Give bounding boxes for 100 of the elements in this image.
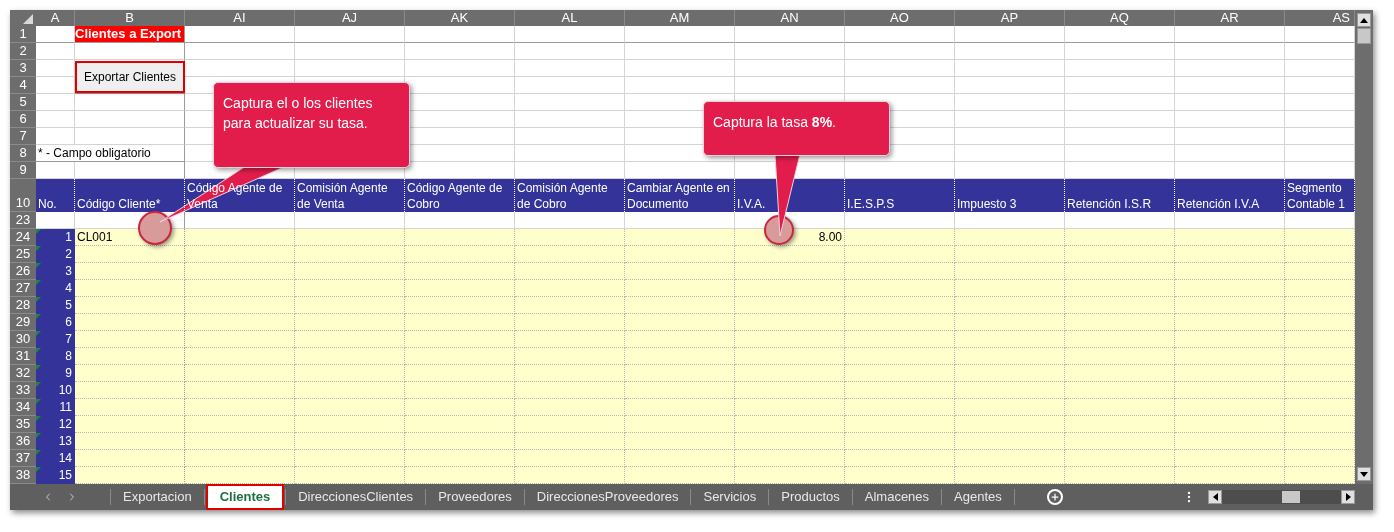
sheet-cell[interactable] [1285,229,1355,246]
row-header[interactable]: 32 [10,365,36,382]
row-header[interactable]: 23 [10,212,36,229]
sheet-cell[interactable] [185,297,295,314]
sheet-cell[interactable] [1175,94,1285,111]
sheet-cell[interactable] [515,111,625,128]
row-header[interactable]: 30 [10,331,36,348]
sheet-cell[interactable] [405,280,515,297]
sheet-cell[interactable] [1065,467,1175,484]
row-header[interactable]: 37 [10,450,36,467]
row-header[interactable]: 8 [10,145,36,162]
sheet-cell[interactable] [735,280,845,297]
sheet-cell[interactable] [735,263,845,280]
sheet-cell[interactable]: 9 [36,365,75,382]
column-header[interactable]: AQ [1065,10,1175,26]
sheet-cell[interactable] [955,433,1065,450]
sheet-cell[interactable] [185,60,295,77]
sheet-cell[interactable] [1065,128,1175,145]
horizontal-scrollbar[interactable] [1208,490,1355,504]
sheet-cell[interactable] [845,416,955,433]
sheet-cell[interactable] [295,365,405,382]
sheet-cell[interactable] [625,433,735,450]
sheet-cell[interactable] [1065,229,1175,246]
row-header[interactable]: 27 [10,280,36,297]
sheet-cell[interactable]: 2 [36,246,75,263]
sheet-cell[interactable] [845,331,955,348]
sheet-cell[interactable] [1175,26,1285,43]
sheet-cell[interactable] [185,263,295,280]
sheet-cell[interactable] [845,399,955,416]
sheet-cell[interactable] [955,348,1065,365]
sheet-cell[interactable] [955,382,1065,399]
row-header[interactable]: 33 [10,382,36,399]
sheet-cell[interactable] [735,331,845,348]
sheet-cell[interactable] [625,467,735,484]
sheet-cell[interactable] [1175,365,1285,382]
row-header[interactable]: 29 [10,314,36,331]
row-header[interactable]: 34 [10,399,36,416]
sheet-cell[interactable] [955,263,1065,280]
sheet-cell[interactable] [1175,297,1285,314]
sheet-cell[interactable] [295,60,405,77]
row-header[interactable]: 31 [10,348,36,365]
sheet-cell[interactable] [1175,416,1285,433]
sheet-cell[interactable] [1065,26,1175,43]
row-header[interactable]: 26 [10,263,36,280]
sheet-cell[interactable] [955,94,1065,111]
sheet-cell[interactable] [36,77,75,94]
sheet-cell[interactable] [75,467,185,484]
sheet-cell[interactable] [515,246,625,263]
sheet-cell[interactable] [1065,382,1175,399]
sheet-cell[interactable] [1065,365,1175,382]
sheet-cell[interactable] [955,450,1065,467]
sheet-cell[interactable] [735,297,845,314]
sheet-cell[interactable] [1175,467,1285,484]
sheet-cell[interactable] [295,246,405,263]
sheet-cell[interactable] [1175,246,1285,263]
sheet-cell[interactable] [515,263,625,280]
sheet-cell[interactable] [405,399,515,416]
sheet-tab[interactable]: DireccionesProveedores [524,484,691,510]
sheet-cell[interactable] [1065,433,1175,450]
sheet-cell[interactable] [1175,399,1285,416]
sheet-cell[interactable]: 12 [36,416,75,433]
sheet-cell[interactable] [625,331,735,348]
sheet-cell[interactable] [1065,297,1175,314]
sheet-cell[interactable] [295,297,405,314]
sheet-cell[interactable] [1285,280,1355,297]
sheet-cell[interactable] [955,399,1065,416]
sheet-cell[interactable] [955,314,1065,331]
sheet-cell[interactable] [1175,314,1285,331]
column-header[interactable]: AN [735,10,845,26]
sheet-cell[interactable] [955,26,1065,43]
sheet-cell[interactable] [955,280,1065,297]
sheet-cell[interactable] [955,43,1065,60]
sheet-cell[interactable] [295,433,405,450]
sheet-cell[interactable] [515,229,625,246]
sheet-cell[interactable] [405,416,515,433]
sheet-cell[interactable] [845,229,955,246]
sheet-cell[interactable] [405,263,515,280]
sheet-cell[interactable] [295,399,405,416]
row-header[interactable]: 35 [10,416,36,433]
sheet-cell[interactable] [185,314,295,331]
sheet-cell[interactable] [955,60,1065,77]
sheet-cell[interactable] [845,433,955,450]
sheet-cell[interactable] [515,314,625,331]
sheet-cell[interactable] [1285,433,1355,450]
sheet-cell[interactable] [185,229,295,246]
sheet-cell[interactable] [515,433,625,450]
sheet-cell[interactable] [845,450,955,467]
column-header[interactable]: AP [955,10,1065,26]
vertical-scrollbar[interactable] [1355,10,1373,484]
sheet-cell[interactable] [735,26,845,43]
sheet-cell[interactable] [75,128,185,145]
sheet-cell[interactable]: 1 [36,229,75,246]
sheet-cell[interactable] [185,365,295,382]
sheet-cell[interactable] [1175,280,1285,297]
sheet-cell[interactable] [185,416,295,433]
sheet-cell[interactable] [735,365,845,382]
sheet-cell[interactable] [1175,433,1285,450]
sheet-cell[interactable] [955,229,1065,246]
sheet-cell[interactable] [295,382,405,399]
sheet-cell[interactable] [1175,60,1285,77]
